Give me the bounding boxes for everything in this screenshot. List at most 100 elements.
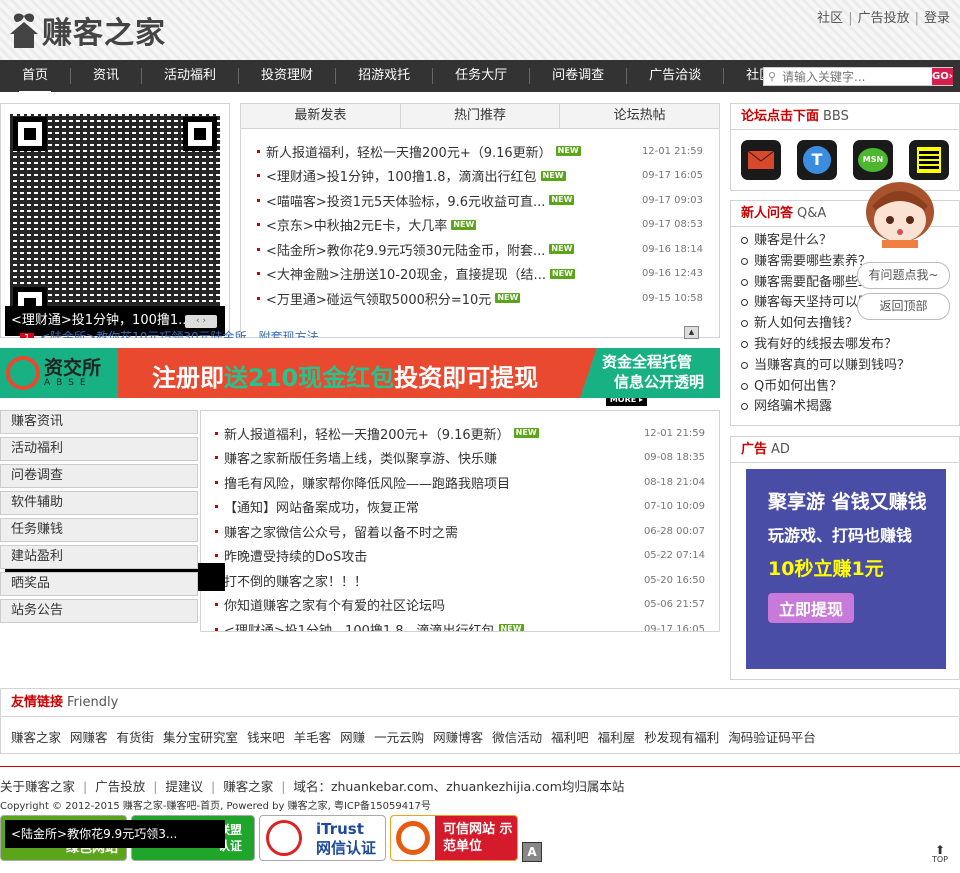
ticker[interactable]: 1 <陆金所>教你花10元巧领30元陆金所，附套现方法 [20, 328, 319, 338]
badge-itrust[interactable]: iTrust 网信认证 [259, 815, 386, 861]
news-title[interactable]: <大神金融>注册送10-20现金，直接提现（结... [266, 264, 546, 283]
site-logo[interactable]: 赚客之家 [8, 8, 166, 52]
qa-item[interactable]: 当赚客真的可以赚到钱吗？ [731, 356, 959, 377]
friendly-link[interactable]: 集分宝研究室 [163, 730, 238, 745]
back-to-top-button[interactable]: 返回顶部 [857, 293, 950, 320]
tab-hot[interactable]: 热门推荐 [401, 104, 561, 128]
news-title[interactable]: <陆金所>教你花9.9元巧领30元陆金币，附套... [266, 240, 545, 259]
news-item[interactable]: 撸毛有风险，赚家帮你降低风险——跑路我赔项目 08-18 21:04 [215, 470, 705, 495]
tencent-weibo-icon[interactable]: T [797, 140, 837, 180]
friendly-link[interactable]: 一元云购 [374, 730, 424, 745]
slide-arrows[interactable]: ‹ › [185, 315, 217, 328]
category-item[interactable]: 赚客资讯 [0, 410, 198, 434]
category-item[interactable]: 任务赚钱 [0, 518, 198, 542]
tab-latest[interactable]: 最新发表 [241, 104, 401, 128]
friendly-link[interactable]: 福利屋 [598, 730, 636, 745]
news-title[interactable]: 打不倒的赚客之家！！！ [224, 571, 367, 590]
friendly-link[interactable]: 钱来吧 [247, 730, 285, 745]
news-item[interactable]: 昨晚遭受持续的DoS攻击 05-22 07:14 [215, 544, 705, 569]
link-advertise[interactable]: 广告投放 [858, 11, 910, 26]
friendly-link[interactable]: 秒发现有福利 [644, 730, 719, 745]
qa-item[interactable]: 我有好的线报去哪发布？ [731, 335, 959, 356]
friendly-link[interactable]: 微信活动 [492, 730, 542, 745]
news-item[interactable]: <喵喵客>投资1元5天体验标，9.6元收益可直... NEW 09-17 09:03 [257, 188, 703, 213]
footer-link[interactable]: 赚客之家 [223, 779, 273, 794]
banner-text: 注册即 [152, 364, 224, 392]
mascot-girl-icon[interactable] [864, 180, 936, 248]
friendly-link[interactable]: 羊毛客 [294, 730, 332, 745]
news-item[interactable]: 打不倒的赚客之家！！！ 05-20 16:50 [215, 568, 705, 593]
font-size-icon[interactable]: A [522, 842, 542, 862]
news-title[interactable]: <理财通>投1分钟，100撸1.8，滴滴出行红包 [224, 620, 495, 631]
news-title[interactable]: 你知道赚客之家有个有爱的社区论坛吗 [224, 595, 445, 614]
floating-caption[interactable]: <陆金所>教你花9.9元巧领3... [5, 820, 225, 848]
friendly-link[interactable]: 网赚 [340, 730, 365, 745]
nav-activities[interactable]: 活动福利 [142, 68, 240, 84]
news-title[interactable]: <京东>中秋抽2元E卡，大几率 [266, 215, 447, 234]
news-item[interactable]: <理财通>投1分钟，100撸1.8，滴滴出行红包 NEW 09-17 16:05 [257, 164, 703, 189]
news-item[interactable]: 赚客之家新版任务墙上线，类似聚享游、快乐赚 09-08 18:35 [215, 446, 705, 471]
nav-ads[interactable]: 广告洽谈 [627, 68, 725, 84]
news-title[interactable]: 【通知】网站备案成功，恢复正常 [224, 497, 419, 516]
nav-tasks[interactable]: 任务大厅 [433, 68, 531, 84]
ticker-text[interactable]: <陆金所>教你花10元巧领30元陆金所，附套现方法 [40, 330, 319, 338]
search-go-button[interactable]: GO› [932, 68, 953, 85]
category-item[interactable]: 软件辅助 [0, 491, 198, 515]
category-item[interactable]: 建站盈利 [0, 545, 198, 569]
link-login[interactable]: 登录 [924, 11, 950, 26]
friendly-link[interactable]: 有货街 [117, 730, 155, 745]
notes-icon[interactable] [909, 140, 949, 180]
ask-question-button[interactable]: 有问题点我~ [857, 262, 950, 289]
news-item[interactable]: <陆金所>教你花9.9元巧领30元陆金币，附套... NEW 09-16 18:14 [257, 237, 703, 262]
news-item[interactable]: 新人报道福利，轻松一天撸200元+（9.16更新） NEW 12-01 21:59 [257, 139, 703, 164]
news-item[interactable]: <京东>中秋抽2元E卡，大几率 NEW 09-17 08:53 [257, 213, 703, 238]
ticker-up-button[interactable]: ▲ [684, 326, 699, 339]
qa-item[interactable]: Q币如何出售？ [731, 377, 959, 398]
category-item[interactable]: 活动福利 [0, 437, 198, 461]
nav-news[interactable]: 资讯 [71, 68, 143, 84]
nav-invest[interactable]: 投资理财 [239, 68, 337, 84]
link-community[interactable]: 社区 [817, 11, 843, 26]
friendly-link[interactable]: 赚客之家 [11, 730, 61, 745]
news-title[interactable]: 赚客之家微信公众号，留着以备不时之需 [224, 522, 458, 541]
news-item[interactable]: 你知道赚客之家有个有爱的社区论坛吗 05-06 21:57 [215, 593, 705, 618]
news-item[interactable]: 【通知】网站备案成功，恢复正常 07-10 10:09 [215, 495, 705, 520]
news-title[interactable]: <喵喵客>投资1元5天体验标，9.6元收益可直... [266, 191, 545, 210]
footer-link[interactable]: 关于赚客之家 [0, 779, 75, 794]
friendly-link[interactable]: 网赚客 [70, 730, 108, 745]
mail-icon[interactable] [741, 140, 781, 180]
news-title[interactable]: <万里通>碰运气领取5000积分=10元 [266, 289, 491, 308]
top-button[interactable]: ⬆ TOP [932, 844, 948, 864]
news-title[interactable]: 撸毛有风险，赚家帮你降低风险——跑路我赔项目 [224, 473, 510, 492]
news-title[interactable]: <理财通>投1分钟，100撸1.8，滴滴出行红包 [266, 166, 537, 185]
banner-ad[interactable]: 资交所 ABSE 注册即送210现金红包投资即可提现 资金全程托管 信息公开透明 [0, 348, 720, 398]
news-item[interactable]: <大神金融>注册送10-20现金，直接提现（结... NEW 09-16 12:43 [257, 262, 703, 287]
nav-survey[interactable]: 问卷调查 [530, 68, 628, 84]
news-item[interactable]: 新人报道福利，轻松一天撸200元+（9.16更新） NEW 12-01 21:59 [215, 421, 705, 446]
news-item[interactable]: 赚客之家微信公众号，留着以备不时之需 06-28 00:07 [215, 519, 705, 544]
qa-item[interactable]: 网络骗术揭露 [731, 397, 959, 418]
news-title[interactable]: 赚客之家新版任务墙上线，类似聚享游、快乐赚 [224, 448, 497, 467]
ad-image[interactable]: 聚享游 省钱又赚钱 玩游戏、打码也赚钱 10秒立赚1元 立即提现 [746, 469, 946, 669]
nav-home[interactable]: 首页 [0, 68, 72, 93]
tab-forum[interactable]: 论坛热帖 [560, 104, 719, 128]
footer-link[interactable]: 提建议 [165, 779, 203, 794]
friendly-link[interactable]: 网赚博客 [433, 730, 483, 745]
friendly-link[interactable]: 淘码验证码平台 [728, 730, 816, 745]
category-item[interactable]: 站务公告 [0, 599, 198, 623]
category-item[interactable]: 问卷调查 [0, 464, 198, 488]
news-title[interactable]: 新人报道福利，轻松一天撸200元+（9.16更新） [266, 142, 552, 161]
friendly-link[interactable]: 福利吧 [551, 730, 589, 745]
news-item[interactable]: <理财通>投1分钟，100撸1.8，滴滴出行红包 NEW 09-17 16:05 [215, 617, 705, 631]
category-item[interactable]: 晒奖品 [0, 572, 198, 596]
ad-withdraw-button[interactable]: 立即提现 [768, 593, 855, 623]
badge-trusted-site[interactable]: 可信网站 示范单位 [390, 815, 518, 861]
msn-icon[interactable]: MSN [853, 140, 893, 180]
nav-games[interactable]: 招游戏托 [336, 68, 434, 84]
footer-link[interactable]: 域名：zhuankebar.com、zhuankezhijia.com均归属本站 [293, 779, 624, 794]
search-input[interactable] [764, 68, 932, 85]
news-title[interactable]: 新人报道福利，轻松一天撸200元+（9.16更新） [224, 424, 510, 443]
footer-link[interactable]: 广告投放 [95, 779, 145, 794]
news-item[interactable]: <万里通>碰运气领取5000积分=10元 NEW 09-15 10:58 [257, 286, 703, 311]
news-title[interactable]: 昨晚遭受持续的DoS攻击 [224, 546, 367, 565]
